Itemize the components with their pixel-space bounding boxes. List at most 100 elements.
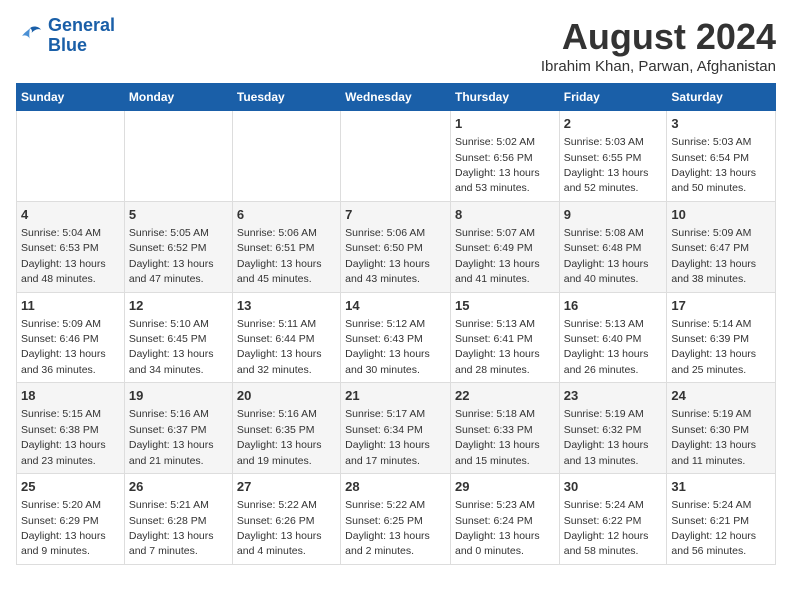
- day-info: Sunrise: 5:04 AM Sunset: 6:53 PM Dayligh…: [21, 227, 106, 285]
- day-number: 10: [671, 206, 771, 224]
- header-cell-saturday: Saturday: [667, 84, 776, 111]
- day-info: Sunrise: 5:16 AM Sunset: 6:37 PM Dayligh…: [129, 408, 214, 466]
- day-cell: 29 Sunrise: 5:23 AM Sunset: 6:24 PM Dayli…: [450, 474, 559, 565]
- week-row-4: 18 Sunrise: 5:15 AM Sunset: 6:38 PM Dayli…: [17, 383, 776, 474]
- day-info: Sunrise: 5:08 AM Sunset: 6:48 PM Dayligh…: [564, 227, 649, 285]
- day-cell: 22 Sunrise: 5:18 AM Sunset: 6:33 PM Dayli…: [450, 383, 559, 474]
- day-cell: 2 Sunrise: 5:03 AM Sunset: 6:55 PM Daylig…: [559, 111, 667, 202]
- day-number: 15: [455, 297, 555, 315]
- day-info: Sunrise: 5:09 AM Sunset: 6:46 PM Dayligh…: [21, 318, 106, 376]
- day-number: 9: [564, 206, 663, 224]
- day-number: 6: [237, 206, 336, 224]
- day-cell: 18 Sunrise: 5:15 AM Sunset: 6:38 PM Dayli…: [17, 383, 125, 474]
- day-cell: 25 Sunrise: 5:20 AM Sunset: 6:29 PM Dayli…: [17, 474, 125, 565]
- day-info: Sunrise: 5:13 AM Sunset: 6:41 PM Dayligh…: [455, 318, 540, 376]
- day-cell: 31Sunrise: 5:24 AM Sunset: 6:21 PM Dayli…: [667, 474, 776, 565]
- logo-text: General Blue: [48, 16, 115, 56]
- week-row-5: 25 Sunrise: 5:20 AM Sunset: 6:29 PM Dayli…: [17, 474, 776, 565]
- day-cell: 26Sunrise: 5:21 AM Sunset: 6:28 PM Dayli…: [124, 474, 232, 565]
- day-info: Sunrise: 5:23 AM Sunset: 6:24 PM Dayligh…: [455, 499, 540, 557]
- day-number: 8: [455, 206, 555, 224]
- header-cell-monday: Monday: [124, 84, 232, 111]
- day-cell: 28 Sunrise: 5:22 AM Sunset: 6:25 PM Dayli…: [341, 474, 451, 565]
- day-info: Sunrise: 5:07 AM Sunset: 6:49 PM Dayligh…: [455, 227, 540, 285]
- day-info: Sunrise: 5:21 AM Sunset: 6:28 PM Dayligh…: [129, 499, 214, 557]
- day-info: Sunrise: 5:19 AM Sunset: 6:30 PM Dayligh…: [671, 408, 756, 466]
- day-cell: 21Sunrise: 5:17 AM Sunset: 6:34 PM Dayli…: [341, 383, 451, 474]
- day-cell: 12Sunrise: 5:10 AM Sunset: 6:45 PM Dayli…: [124, 292, 232, 383]
- day-cell: 20 Sunrise: 5:16 AM Sunset: 6:35 PM Dayli…: [232, 383, 340, 474]
- day-cell: 7 Sunrise: 5:06 AM Sunset: 6:50 PM Daylig…: [341, 201, 451, 292]
- week-row-3: 11Sunrise: 5:09 AM Sunset: 6:46 PM Dayli…: [17, 292, 776, 383]
- day-info: Sunrise: 5:14 AM Sunset: 6:39 PM Dayligh…: [671, 318, 756, 376]
- day-number: 7: [345, 206, 446, 224]
- header-row: SundayMondayTuesdayWednesdayThursdayFrid…: [17, 84, 776, 111]
- day-number: 4: [21, 206, 120, 224]
- day-info: Sunrise: 5:19 AM Sunset: 6:32 PM Dayligh…: [564, 408, 649, 466]
- day-number: 25: [21, 478, 120, 496]
- calendar-subtitle: Ibrahim Khan, Parwan, Afghanistan: [541, 58, 776, 75]
- day-cell: 8 Sunrise: 5:07 AM Sunset: 6:49 PM Daylig…: [450, 201, 559, 292]
- day-info: Sunrise: 5:20 AM Sunset: 6:29 PM Dayligh…: [21, 499, 106, 557]
- day-number: 18: [21, 387, 120, 405]
- day-info: Sunrise: 5:06 AM Sunset: 6:50 PM Dayligh…: [345, 227, 430, 285]
- day-info: Sunrise: 5:03 AM Sunset: 6:54 PM Dayligh…: [671, 136, 756, 194]
- page-header: General Blue August 2024 Ibrahim Khan, P…: [16, 16, 776, 75]
- day-cell: 9 Sunrise: 5:08 AM Sunset: 6:48 PM Daylig…: [559, 201, 667, 292]
- day-number: 20: [237, 387, 336, 405]
- day-info: Sunrise: 5:24 AM Sunset: 6:22 PM Dayligh…: [564, 499, 649, 557]
- day-cell: 6 Sunrise: 5:06 AM Sunset: 6:51 PM Daylig…: [232, 201, 340, 292]
- day-info: Sunrise: 5:22 AM Sunset: 6:25 PM Dayligh…: [345, 499, 430, 557]
- day-number: 2: [564, 115, 663, 133]
- title-area: August 2024 Ibrahim Khan, Parwan, Afghan…: [541, 16, 776, 75]
- calendar-title: August 2024: [541, 16, 776, 58]
- day-info: Sunrise: 5:03 AM Sunset: 6:55 PM Dayligh…: [564, 136, 649, 194]
- day-cell: 11Sunrise: 5:09 AM Sunset: 6:46 PM Dayli…: [17, 292, 125, 383]
- header-cell-thursday: Thursday: [450, 84, 559, 111]
- day-info: Sunrise: 5:18 AM Sunset: 6:33 PM Dayligh…: [455, 408, 540, 466]
- week-row-2: 4 Sunrise: 5:04 AM Sunset: 6:53 PM Daylig…: [17, 201, 776, 292]
- logo-icon: [16, 22, 44, 50]
- day-cell: 19 Sunrise: 5:16 AM Sunset: 6:37 PM Dayli…: [124, 383, 232, 474]
- day-number: 16: [564, 297, 663, 315]
- header-cell-sunday: Sunday: [17, 84, 125, 111]
- day-number: 28: [345, 478, 446, 496]
- header-cell-wednesday: Wednesday: [341, 84, 451, 111]
- week-row-1: 1Sunrise: 5:02 AM Sunset: 6:56 PM Daylig…: [17, 111, 776, 202]
- day-cell: 14Sunrise: 5:12 AM Sunset: 6:43 PM Dayli…: [341, 292, 451, 383]
- day-cell: 17 Sunrise: 5:14 AM Sunset: 6:39 PM Dayli…: [667, 292, 776, 383]
- day-cell: [232, 111, 340, 202]
- calendar-header: SundayMondayTuesdayWednesdayThursdayFrid…: [17, 84, 776, 111]
- day-number: 31: [671, 478, 771, 496]
- day-cell: 13Sunrise: 5:11 AM Sunset: 6:44 PM Dayli…: [232, 292, 340, 383]
- day-cell: [124, 111, 232, 202]
- day-number: 17: [671, 297, 771, 315]
- day-info: Sunrise: 5:02 AM Sunset: 6:56 PM Dayligh…: [455, 136, 540, 194]
- logo-line1: General: [48, 15, 115, 35]
- day-info: Sunrise: 5:15 AM Sunset: 6:38 PM Dayligh…: [21, 408, 106, 466]
- day-number: 23: [564, 387, 663, 405]
- logo-line2: Blue: [48, 35, 87, 55]
- day-cell: 30 Sunrise: 5:24 AM Sunset: 6:22 PM Dayli…: [559, 474, 667, 565]
- day-info: Sunrise: 5:06 AM Sunset: 6:51 PM Dayligh…: [237, 227, 322, 285]
- day-number: 24: [671, 387, 771, 405]
- day-cell: 1Sunrise: 5:02 AM Sunset: 6:56 PM Daylig…: [450, 111, 559, 202]
- day-cell: 10 Sunrise: 5:09 AM Sunset: 6:47 PM Dayli…: [667, 201, 776, 292]
- day-info: Sunrise: 5:09 AM Sunset: 6:47 PM Dayligh…: [671, 227, 756, 285]
- day-info: Sunrise: 5:05 AM Sunset: 6:52 PM Dayligh…: [129, 227, 214, 285]
- day-info: Sunrise: 5:16 AM Sunset: 6:35 PM Dayligh…: [237, 408, 322, 466]
- calendar-table: SundayMondayTuesdayWednesdayThursdayFrid…: [16, 83, 776, 565]
- day-number: 29: [455, 478, 555, 496]
- header-cell-friday: Friday: [559, 84, 667, 111]
- day-number: 30: [564, 478, 663, 496]
- day-cell: 27Sunrise: 5:22 AM Sunset: 6:26 PM Dayli…: [232, 474, 340, 565]
- day-cell: 3Sunrise: 5:03 AM Sunset: 6:54 PM Daylig…: [667, 111, 776, 202]
- day-cell: 5Sunrise: 5:05 AM Sunset: 6:52 PM Daylig…: [124, 201, 232, 292]
- day-number: 21: [345, 387, 446, 405]
- day-number: 19: [129, 387, 228, 405]
- day-number: 27: [237, 478, 336, 496]
- calendar-body: 1Sunrise: 5:02 AM Sunset: 6:56 PM Daylig…: [17, 111, 776, 565]
- day-info: Sunrise: 5:10 AM Sunset: 6:45 PM Dayligh…: [129, 318, 214, 376]
- day-number: 22: [455, 387, 555, 405]
- day-cell: 15 Sunrise: 5:13 AM Sunset: 6:41 PM Dayli…: [450, 292, 559, 383]
